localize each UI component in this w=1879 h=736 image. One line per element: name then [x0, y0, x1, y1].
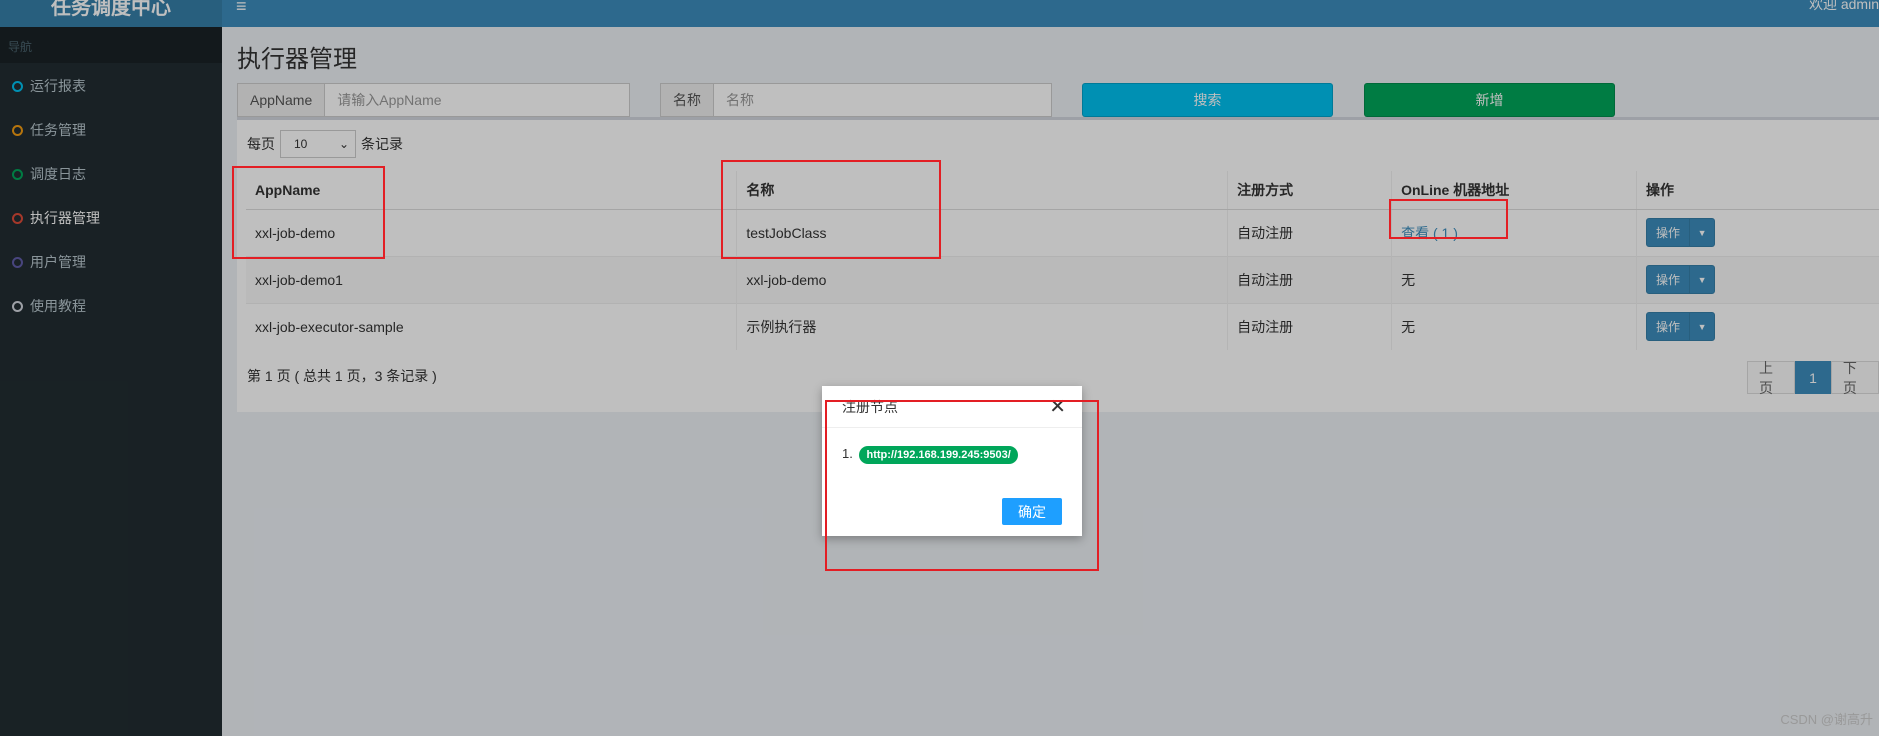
modal-backdrop[interactable] — [0, 0, 1879, 736]
annotation-box-appname — [232, 166, 385, 259]
annotation-box-dialog — [825, 400, 1099, 571]
watermark: CSDN @谢高升 — [1780, 712, 1873, 727]
annotation-box-name — [721, 160, 941, 259]
annotation-box-online — [1389, 199, 1508, 239]
